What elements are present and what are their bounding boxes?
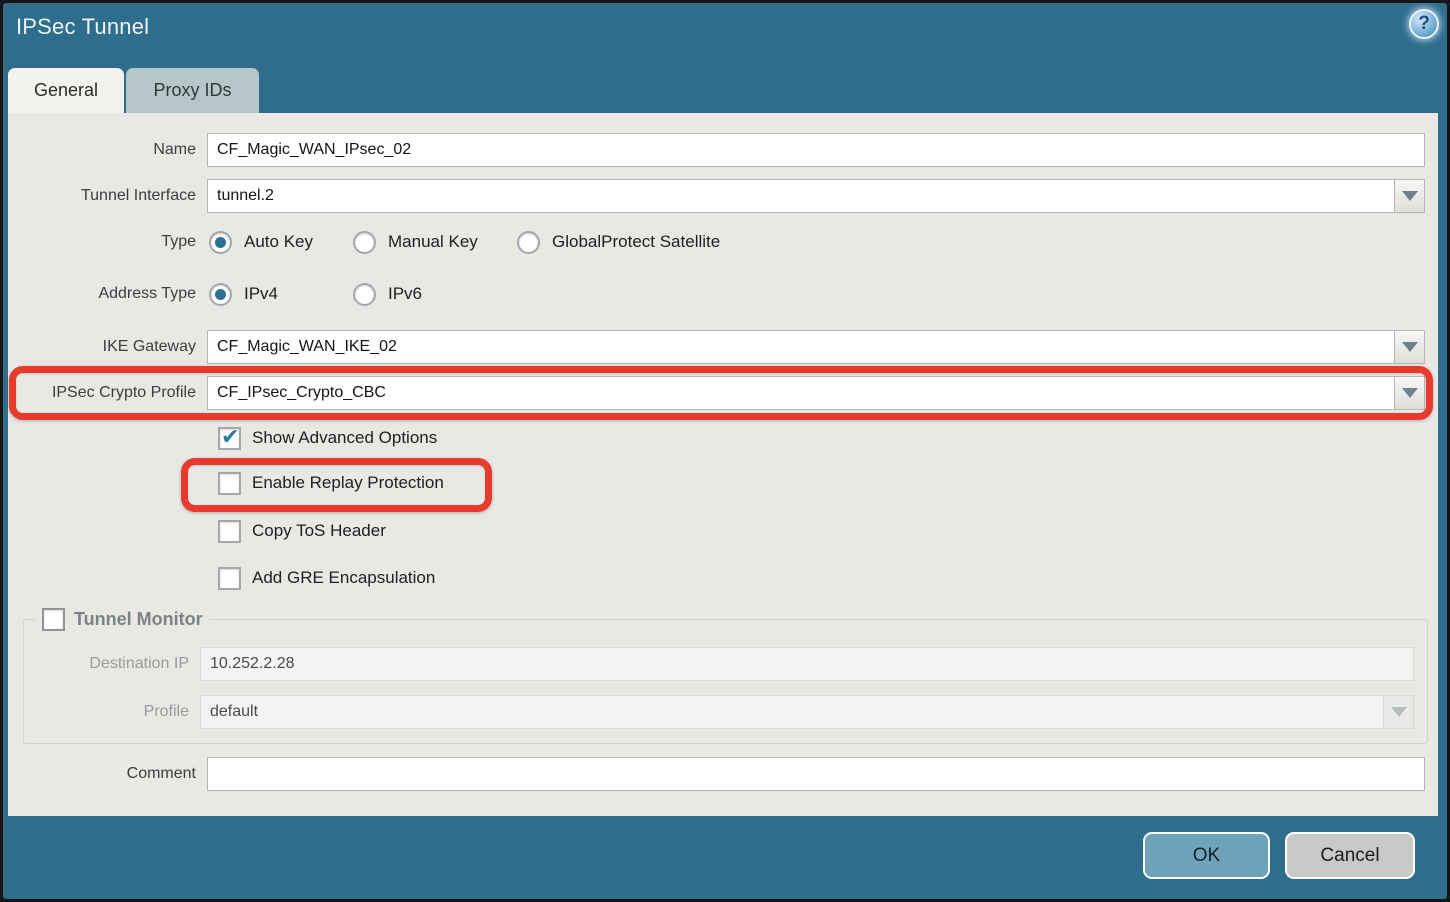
add-gre-encapsulation-row: Add GRE Encapsulation bbox=[8, 565, 1438, 591]
ok-button[interactable]: OK bbox=[1143, 832, 1270, 879]
ipsec-crypto-profile-label: IPSec Crypto Profile bbox=[8, 384, 207, 402]
cancel-button-label: Cancel bbox=[1320, 845, 1379, 867]
monitor-profile-dropdown-button bbox=[1383, 695, 1414, 729]
ipsec-crypto-profile-input[interactable] bbox=[207, 376, 1394, 410]
enable-replay-protection-row: Enable Replay Protection bbox=[8, 470, 1438, 496]
monitor-profile-row: Profile bbox=[24, 695, 1414, 729]
help-icon[interactable]: ? bbox=[1409, 9, 1439, 39]
radio-manual-key[interactable] bbox=[353, 231, 376, 254]
add-gre-encapsulation-label: Add GRE Encapsulation bbox=[252, 568, 435, 588]
address-type-row: Address Type IPv4 IPv6 bbox=[8, 280, 1438, 308]
tunnel-monitor-label: Tunnel Monitor bbox=[74, 609, 203, 630]
type-option-globalprotect-satellite[interactable]: GlobalProtect Satellite bbox=[517, 231, 720, 254]
destination-ip-row: Destination IP bbox=[24, 647, 1414, 681]
copy-tos-header-label: Copy ToS Header bbox=[252, 521, 386, 541]
ike-gateway-label: IKE Gateway bbox=[8, 338, 207, 356]
tunnel-interface-label: Tunnel Interface bbox=[8, 187, 207, 205]
radio-globalprotect-satellite[interactable] bbox=[517, 231, 540, 254]
ok-button-label: OK bbox=[1193, 845, 1220, 867]
address-type-option-ipv4[interactable]: IPv4 bbox=[209, 283, 353, 306]
tunnel-interface-row: Tunnel Interface bbox=[8, 179, 1438, 213]
radio-ipv4-label: IPv4 bbox=[244, 284, 278, 304]
type-option-manual-key[interactable]: Manual Key bbox=[353, 231, 517, 254]
tunnel-monitor-checkbox[interactable] bbox=[42, 608, 65, 631]
ipsec-crypto-profile-dropdown-button[interactable] bbox=[1394, 376, 1425, 410]
name-label: Name bbox=[8, 141, 207, 159]
copy-tos-header-row: Copy ToS Header bbox=[8, 518, 1438, 544]
radio-auto-key[interactable] bbox=[209, 231, 232, 254]
tunnel-monitor-section: Tunnel Monitor Destination IP Profile bbox=[23, 608, 1428, 744]
show-advanced-options-label: Show Advanced Options bbox=[252, 428, 437, 448]
enable-replay-protection-label: Enable Replay Protection bbox=[252, 473, 444, 493]
comment-label: Comment bbox=[8, 765, 207, 783]
tab-general[interactable]: General bbox=[8, 68, 124, 113]
tab-proxy-ids[interactable]: Proxy IDs bbox=[126, 68, 259, 113]
destination-ip-input bbox=[200, 647, 1414, 681]
copy-tos-header-checkbox[interactable] bbox=[218, 520, 241, 543]
show-advanced-options-checkbox[interactable] bbox=[218, 427, 241, 450]
comment-row: Comment bbox=[8, 757, 1438, 791]
show-advanced-options-row: Show Advanced Options bbox=[8, 425, 1438, 451]
ike-gateway-dropdown-button[interactable] bbox=[1394, 330, 1425, 364]
type-label: Type bbox=[8, 233, 207, 251]
tunnel-monitor-legend: Tunnel Monitor bbox=[36, 608, 209, 631]
chevron-down-icon bbox=[1402, 342, 1418, 352]
type-option-auto-key[interactable]: Auto Key bbox=[209, 231, 353, 254]
destination-ip-label: Destination IP bbox=[24, 655, 200, 673]
ipsec-tunnel-dialog: IPSec Tunnel ? General Proxy IDs Name Tu… bbox=[0, 0, 1450, 902]
tab-proxy-ids-label: Proxy IDs bbox=[153, 80, 231, 101]
tab-general-label: General bbox=[34, 80, 98, 101]
address-type-option-ipv6[interactable]: IPv6 bbox=[353, 283, 422, 306]
chevron-down-icon bbox=[1391, 707, 1407, 717]
name-input[interactable] bbox=[207, 133, 1425, 167]
comment-input[interactable] bbox=[207, 757, 1425, 791]
radio-ipv6-label: IPv6 bbox=[388, 284, 422, 304]
type-row: Type Auto Key Manual Key GlobalProtect S… bbox=[8, 228, 1438, 256]
dialog-title: IPSec Tunnel bbox=[16, 14, 149, 40]
radio-ipv4[interactable] bbox=[209, 283, 232, 306]
radio-auto-key-label: Auto Key bbox=[244, 232, 313, 252]
radio-manual-key-label: Manual Key bbox=[388, 232, 478, 252]
radio-globalprotect-satellite-label: GlobalProtect Satellite bbox=[552, 232, 720, 252]
ike-gateway-row: IKE Gateway bbox=[8, 330, 1438, 364]
chevron-down-icon bbox=[1402, 388, 1418, 398]
monitor-profile-input bbox=[200, 695, 1383, 729]
add-gre-encapsulation-checkbox[interactable] bbox=[218, 567, 241, 590]
general-tab-panel: Name Tunnel Interface Type Auto Key bbox=[8, 113, 1438, 816]
tunnel-interface-dropdown-button[interactable] bbox=[1394, 179, 1425, 213]
ike-gateway-input[interactable] bbox=[207, 330, 1394, 364]
cancel-button[interactable]: Cancel bbox=[1285, 832, 1415, 879]
enable-replay-protection-checkbox[interactable] bbox=[218, 472, 241, 495]
ipsec-crypto-profile-row: IPSec Crypto Profile bbox=[8, 376, 1438, 410]
name-row: Name bbox=[8, 133, 1438, 167]
address-type-label: Address Type bbox=[8, 285, 207, 303]
tunnel-interface-input[interactable] bbox=[207, 179, 1394, 213]
chevron-down-icon bbox=[1402, 191, 1418, 201]
monitor-profile-label: Profile bbox=[24, 703, 200, 721]
radio-ipv6[interactable] bbox=[353, 283, 376, 306]
